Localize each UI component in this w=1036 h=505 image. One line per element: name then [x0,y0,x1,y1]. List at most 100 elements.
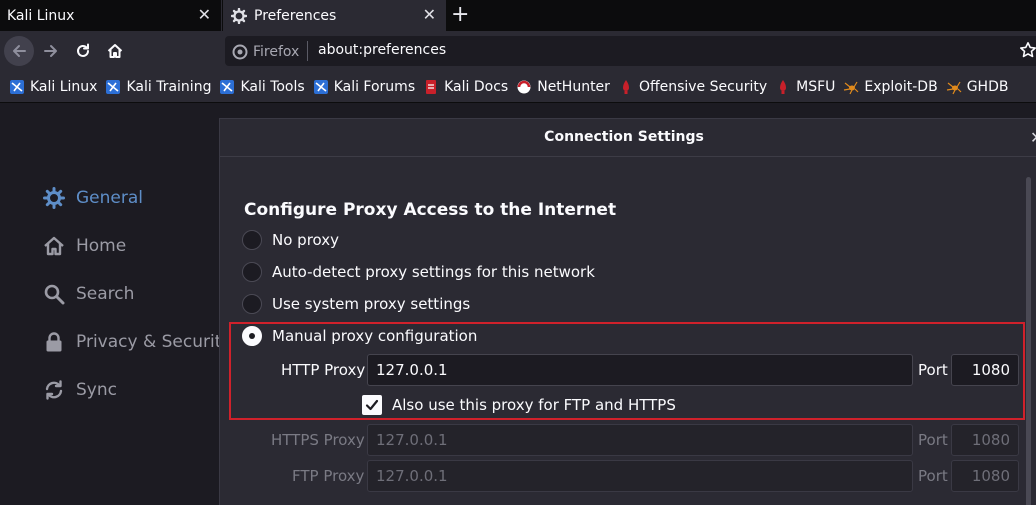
tab-label: Kali Linux [7,7,75,24]
tab-label: Preferences [254,7,337,24]
bookmark-offensive-security[interactable]: Offensive Security [618,79,767,95]
https-port-input[interactable]: 1080 [951,424,1019,456]
navigation-toolbar: Firefox about:preferences [0,31,1036,71]
kali-dragon-icon [106,79,121,94]
connection-settings-dialog: Connection Settings ✕ Configure Proxy Ac… [219,118,1036,505]
gear-icon [231,7,247,24]
tab-strip: Kali Linux ✕ Preferences ✕ + [0,0,1036,31]
identity-label: Firefox [253,44,300,60]
bookmark-label: Kali Training [126,78,212,95]
tab-kali-linux[interactable]: Kali Linux ✕ [0,0,222,31]
url-bar[interactable]: Firefox about:preferences [225,36,1036,66]
kali-dragon-icon [313,79,328,94]
https-proxy-input[interactable]: 127.0.0.1 [367,424,913,456]
also-use-proxy-label: Also use this proxy for FTP and HTTPS [392,396,676,414]
bookmark-label: Kali Linux [30,78,98,95]
home-icon [107,44,123,58]
sidebar-item-home[interactable]: Home [43,235,126,257]
close-icon[interactable]: ✕ [1030,128,1036,147]
bookmark-kali-docs[interactable]: Kali Docs [423,79,508,95]
bookmarks-toolbar: Kali Linux Kali Training Kali Tools Kali… [0,71,1036,103]
radio-manual-proxy[interactable]: Manual proxy configuration [242,326,477,346]
https-port-label: Port [918,431,948,449]
sidebar-item-sync[interactable]: Sync [43,379,117,401]
url-text[interactable]: about:preferences [318,42,446,58]
home-icon [44,236,64,256]
offsec-icon [622,79,629,94]
bookmark-nethunter[interactable]: NetHunter [516,79,610,95]
radio-system-proxy[interactable]: Use system proxy settings [242,294,470,314]
radio-button[interactable] [242,230,262,250]
home-button[interactable] [100,36,130,66]
checkmark-icon [365,399,379,411]
sync-icon [45,380,63,400]
star-icon[interactable] [1019,41,1036,59]
dialog-title: Connection Settings [544,129,704,145]
bookmark-kali-tools[interactable]: Kali Tools [219,78,305,95]
ftp-port-label: Port [918,467,948,485]
bookmark-kali-linux[interactable]: Kali Linux [9,79,97,95]
radio-button[interactable] [242,262,262,282]
nethunter-icon [517,80,531,93]
sidebar-item-label: Privacy & Security [76,332,232,352]
ftp-proxy-input[interactable]: 127.0.0.1 [367,460,913,492]
http-port-label: Port [918,361,948,379]
also-use-proxy-checkbox[interactable] [362,395,382,415]
new-tab-button[interactable]: + [451,2,469,28]
close-icon[interactable]: ✕ [423,5,436,24]
browser-window: Kali Linux ✕ Preferences ✕ + Firefox abo… [0,0,1036,505]
bookmark-label: NetHunter [537,78,610,95]
back-button[interactable] [4,36,34,66]
bookmark-kali-training[interactable]: Kali Training [105,79,211,95]
radio-label: Auto-detect proxy settings for this netw… [272,263,595,281]
spider-icon [844,81,859,94]
bookmark-label: GHDB [966,78,1009,95]
sidebar-item-label: Sync [76,380,117,400]
bookmark-msfu[interactable]: MSFU [775,79,835,95]
sidebar-item-label: Home [76,236,127,256]
bookmark-exploit-db[interactable]: Exploit-DB [843,78,938,95]
radio-label: Manual proxy configuration [272,327,478,345]
bookmark-label: Kali Docs [444,78,509,95]
arrow-right-icon [44,45,57,57]
search-icon [44,284,65,305]
bookmark-ghdb[interactable]: GHDB [946,78,1009,95]
kali-dragon-icon [10,79,24,94]
dialog-scrollbar[interactable] [1026,177,1031,505]
bookmark-label: Kali Forums [333,78,416,95]
radio-button[interactable] [242,294,262,314]
http-proxy-input[interactable]: 127.0.0.1 [367,354,913,386]
identity-box[interactable]: Firefox [232,41,309,62]
arrow-left-icon [13,45,26,57]
kali-docs-icon [426,79,437,94]
https-proxy-label: HTTPS Proxy [271,431,365,449]
http-proxy-label: HTTP Proxy [281,361,366,379]
bookmark-label: Kali Tools [240,78,305,95]
bookmark-label: Exploit-DB [864,78,938,95]
close-icon[interactable]: ✕ [198,5,211,24]
reload-button[interactable] [68,36,98,66]
radio-button[interactable] [242,326,262,346]
reload-icon [77,43,89,57]
bookmark-label: MSFU [796,78,836,95]
kali-dragon-icon [220,79,235,94]
lock-icon [46,332,62,352]
preferences-page: General Home Search Privacy & Security S… [0,103,1036,505]
radio-label: Use system proxy settings [272,295,471,313]
ftp-port-input[interactable]: 1080 [951,460,1019,492]
bookmark-kali-forums[interactable]: Kali Forums [313,79,415,95]
radio-label: No proxy [272,231,339,249]
sidebar-item-search[interactable]: Search [43,283,134,305]
sidebar-item-label: Search [76,284,135,304]
spider-icon [946,81,962,94]
offsec-icon [780,79,787,94]
section-title: Configure Proxy Access to the Internet [244,200,617,220]
sidebar-item-privacy-security[interactable]: Privacy & Security [43,331,231,353]
radio-no-proxy[interactable]: No proxy [242,230,339,250]
radio-auto-detect[interactable]: Auto-detect proxy settings for this netw… [242,262,595,282]
sidebar-item-general[interactable]: General [43,187,143,209]
dialog-header: Connection Settings ✕ [220,119,1036,157]
forward-button[interactable] [36,36,66,66]
tab-preferences[interactable]: Preferences ✕ [223,0,446,31]
http-port-input[interactable]: 1080 [951,354,1019,386]
